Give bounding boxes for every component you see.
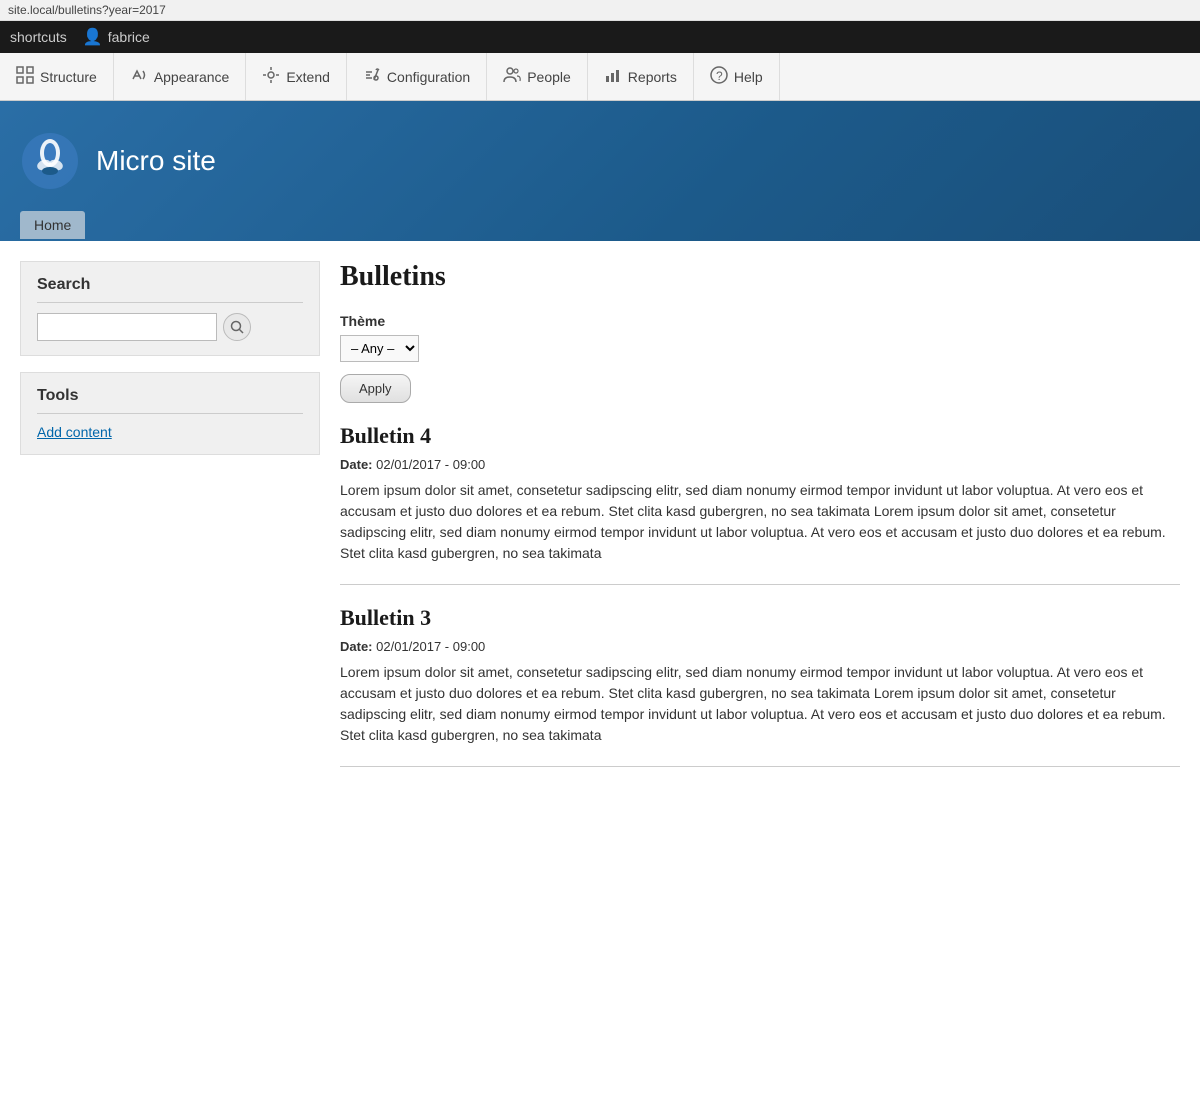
username-label[interactable]: fabrice <box>108 29 150 45</box>
nav-structure-label: Structure <box>40 69 97 85</box>
nav-help-label: Help <box>734 69 763 85</box>
nav-appearance-label: Appearance <box>154 69 230 85</box>
main-layout: Search Tools Add content Bulletins Thème… <box>0 241 1200 807</box>
url-bar: site.local/bulletins?year=2017 <box>0 0 1200 21</box>
search-button[interactable] <box>223 313 251 341</box>
nav-item-structure[interactable]: Structure <box>0 53 114 100</box>
nav-item-reports[interactable]: Reports <box>588 53 694 100</box>
search-block: Search <box>20 261 320 356</box>
home-tab[interactable]: Home <box>20 211 85 239</box>
site-header: Micro site <box>20 131 1180 191</box>
nav-extend-label: Extend <box>286 69 330 85</box>
tools-block-title: Tools <box>37 387 303 414</box>
filter-label: Thème <box>340 313 1180 329</box>
bulletin-title: Bulletin 4 <box>340 423 1180 449</box>
sidebar: Search Tools Add content <box>20 261 320 787</box>
shortcuts-label[interactable]: shortcuts <box>10 29 67 45</box>
apply-button[interactable]: Apply <box>340 374 411 403</box>
nav-item-appearance[interactable]: Appearance <box>114 53 247 100</box>
appearance-icon <box>130 66 148 87</box>
nav-bar: Structure Appearance Extend <box>0 53 1200 101</box>
site-logo <box>20 131 80 191</box>
filter-section: Thème – Any – Apply <box>340 313 1180 403</box>
search-block-title: Search <box>37 276 303 303</box>
structure-icon <box>16 66 34 87</box>
bulletins-list: Bulletin 4 Date: 02/01/2017 - 09:00 Lore… <box>340 423 1180 767</box>
search-input[interactable] <box>37 313 217 341</box>
site-title: Micro site <box>96 145 216 177</box>
help-icon: ? <box>710 66 728 87</box>
bulletin-item: Bulletin 3 Date: 02/01/2017 - 09:00 Lore… <box>340 605 1180 767</box>
hero-section: Micro site Home <box>0 101 1200 241</box>
bulletin-title: Bulletin 3 <box>340 605 1180 631</box>
tools-block: Tools Add content <box>20 372 320 455</box>
user-info: 👤 fabrice <box>83 27 150 47</box>
nav-people-label: People <box>527 69 571 85</box>
nav-item-help[interactable]: ? Help <box>694 53 780 100</box>
user-icon: 👤 <box>83 27 103 47</box>
extend-icon <box>262 66 280 87</box>
nav-configuration-label: Configuration <box>387 69 470 85</box>
theme-filter-select[interactable]: – Any – <box>340 335 419 362</box>
url-text: site.local/bulletins?year=2017 <box>8 3 166 17</box>
configuration-icon <box>363 66 381 87</box>
bulletin-body: Lorem ipsum dolor sit amet, consetetur s… <box>340 480 1180 564</box>
reports-icon <box>604 66 622 87</box>
nav-reports-label: Reports <box>628 69 677 85</box>
admin-bar: shortcuts 👤 fabrice <box>0 21 1200 53</box>
svg-text:?: ? <box>716 69 723 83</box>
nav-item-extend[interactable]: Extend <box>246 53 347 100</box>
bulletin-date: Date: 02/01/2017 - 09:00 <box>340 457 1180 472</box>
nav-item-configuration[interactable]: Configuration <box>347 53 487 100</box>
content-area: Bulletins Thème – Any – Apply Bulletin 4… <box>340 261 1180 787</box>
people-icon <box>503 66 521 87</box>
bulletin-body: Lorem ipsum dolor sit amet, consetetur s… <box>340 662 1180 746</box>
nav-item-people[interactable]: People <box>487 53 588 100</box>
search-form <box>37 313 303 341</box>
bulletin-date: Date: 02/01/2017 - 09:00 <box>340 639 1180 654</box>
add-content-link[interactable]: Add content <box>37 424 112 440</box>
page-title: Bulletins <box>340 261 1180 293</box>
bulletin-item: Bulletin 4 Date: 02/01/2017 - 09:00 Lore… <box>340 423 1180 585</box>
